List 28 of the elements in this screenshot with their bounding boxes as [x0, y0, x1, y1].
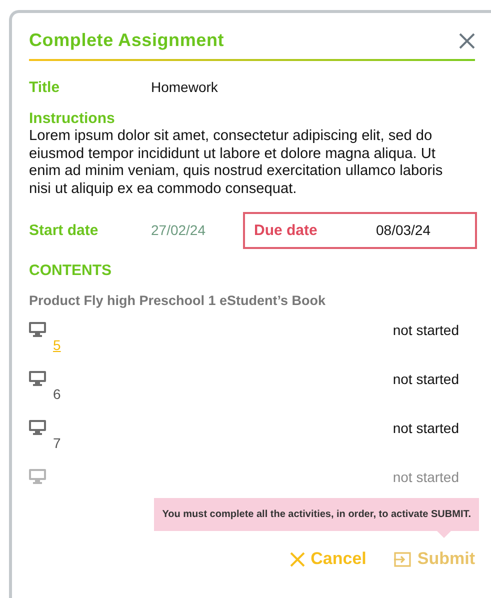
enter-icon — [394, 552, 412, 566]
close-icon — [290, 552, 305, 566]
dialog-title: Complete Assignment — [29, 30, 224, 51]
date-value: 27/02/24 — [151, 222, 206, 238]
monitor-icon — [29, 322, 46, 337]
field-label: Start date — [29, 222, 100, 239]
status-text: not started — [392, 322, 459, 340]
cancel-button[interactable]: Cancel — [290, 549, 366, 569]
activity-number: 6 — [53, 386, 61, 402]
activity-link[interactable]: 5 — [53, 337, 61, 353]
monitor-icon — [29, 469, 46, 484]
instructions-text: Lorem ipsum dolor sit amet, consectetur adipiscing elit, sed do eiusmod tempor incididunt ut labore et dolore magna aliqua. Ut enim ad minim veniam, quis nostrud exercitation ullamco laboris nisi ut aliquip ex ea commodo consequat. — [29, 128, 444, 198]
status-text: not started — [392, 371, 459, 389]
activity-number: 7 — [53, 435, 61, 451]
monitor-icon — [29, 371, 46, 386]
section-heading: CONTENTS — [29, 262, 112, 279]
close-icon[interactable] — [459, 32, 475, 48]
date-value: 08/03/24 — [376, 222, 430, 238]
field-label: Instructions — [29, 110, 116, 127]
tooltip: You must complete all the activities, in order, to activate SUBMIT. — [154, 498, 479, 531]
monitor-icon — [29, 420, 46, 435]
field-value: Homework — [151, 79, 218, 95]
status-text: not started — [392, 469, 459, 487]
field-label: Due date — [254, 222, 318, 239]
product-title: Product Fly high Preschool 1 eStudent’s Book — [29, 293, 327, 308]
field-label: Title — [29, 79, 61, 96]
tooltip-pointer — [437, 531, 451, 538]
status-text: not started — [392, 420, 459, 438]
